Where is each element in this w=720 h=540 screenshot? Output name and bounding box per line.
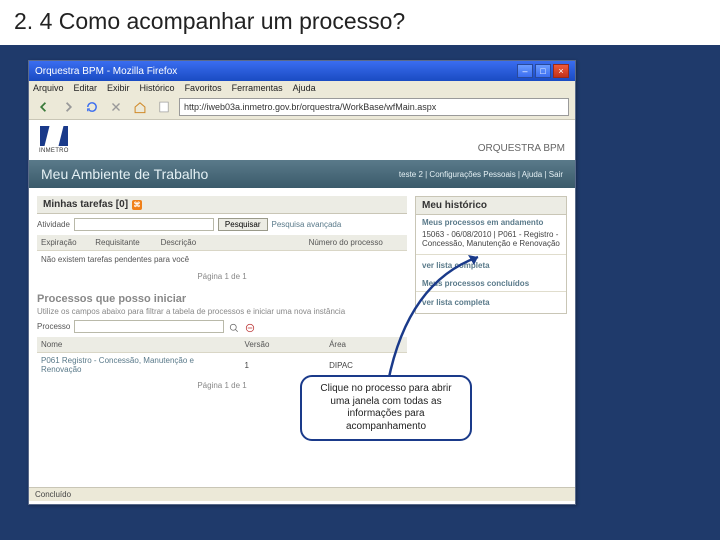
menubar: Arquivo Editar Exibir Histórico Favorito… [29,81,575,95]
back-icon[interactable] [35,98,53,116]
start-hint: Utilize os campos abaixo para filtrar a … [37,307,407,316]
window-title: Orquestra BPM - Mozilla Firefox [35,66,177,77]
pcol-versao: Versão [241,337,326,353]
start-header: Processos que posso iniciar [37,293,407,305]
tasks-title: Minhas tarefas [0] [43,199,128,210]
close-button[interactable]: × [553,64,569,78]
toolbar [29,95,575,120]
process-label: Processo [37,322,70,331]
stop-icon[interactable] [107,98,125,116]
col-requisitante: Requisitante [91,235,156,251]
process-filter-row: Processo [37,316,407,337]
inmetro-logo: INMETRO [39,126,69,154]
slide-title: 2. 4 Como acompanhar um processo? [0,0,720,45]
proc-area: DIPAC [325,353,407,378]
col-expiracao: Expiração [37,235,91,251]
proc-name: P061 Registro - Concessão, Manutenção e … [37,353,241,378]
page-header: Meu Ambiente de Trabalho teste 2 | Confi… [29,160,575,188]
url-input[interactable] [179,98,569,116]
menu-ajuda[interactable]: Ajuda [293,83,316,93]
brand-row: INMETRO ORQUESTRA BPM [29,120,575,160]
main-column: Minhas tarefas [0] ⌘ Atividade Pesquisar… [37,196,407,394]
activity-label: Atividade [37,220,70,229]
reload-icon[interactable] [83,98,101,116]
minimize-button[interactable]: – [517,64,533,78]
home-icon[interactable] [131,98,149,116]
tasks-header: Minhas tarefas [0] ⌘ [37,196,407,214]
rss-icon[interactable]: ⌘ [132,200,142,210]
search-icon[interactable] [228,321,240,333]
browser-window: Orquestra BPM - Mozilla Firefox – □ × Ar… [28,60,576,505]
history-header: Meu histórico [416,197,566,215]
clear-icon[interactable] [244,321,256,333]
table-row[interactable]: P061 Registro - Concessão, Manutenção e … [37,353,407,378]
sidebar: Meu histórico Meus processos em andament… [415,196,567,394]
activity-input[interactable] [74,218,214,231]
menu-exibir[interactable]: Exibir [107,83,130,93]
menu-favoritos[interactable]: Favoritos [185,83,222,93]
pcol-area: Área [325,337,407,353]
header-links[interactable]: teste 2 | Configurações Pessoais | Ajuda… [399,170,563,179]
window-buttons: – □ × [517,64,569,78]
titlebar: Orquestra BPM - Mozilla Firefox – □ × [29,61,575,81]
pcol-nome: Nome [37,337,241,353]
history-link-1[interactable]: ver lista completa [416,254,566,276]
processes-table: Nome Versão Área P061 Registro - Concess… [37,337,407,377]
maximize-button[interactable]: □ [535,64,551,78]
menu-ferramentas[interactable]: Ferramentas [232,83,283,93]
history-sub-concluidos: Meus processos concluídos [416,276,566,291]
pager: Página 1 de 1 [37,268,407,285]
col-descricao: Descrição [157,235,305,251]
history-sub-andamento: Meus processos em andamento [416,215,566,230]
col-numero: Número do processo [305,235,407,251]
logo-text: INMETRO [39,148,69,154]
empty-msg: Não existem tarefas pendentes para você [37,251,407,268]
brand-product: ORQUESTRA BPM [478,143,565,154]
status-bar: Concluído [29,487,575,501]
tasks-table: Expiração Requisitante Descrição Número … [37,235,407,251]
process-input[interactable] [74,320,224,333]
menu-arquivo[interactable]: Arquivo [33,83,64,93]
menu-historico[interactable]: Histórico [140,83,175,93]
page-title: Meu Ambiente de Trabalho [41,166,208,182]
history-box: Meu histórico Meus processos em andament… [415,196,567,314]
search-button[interactable]: Pesquisar [218,218,268,231]
history-item[interactable]: 15063 - 06/08/2010 | P061 - Registro - C… [416,230,566,254]
page-icon [155,98,173,116]
page-content: INMETRO ORQUESTRA BPM Meu Ambiente de Tr… [29,120,575,501]
menu-editar[interactable]: Editar [74,83,98,93]
history-link-2[interactable]: ver lista completa [416,291,566,313]
task-filter-row: Atividade Pesquisar Pesquisa avançada [37,214,407,235]
advanced-search-link[interactable]: Pesquisa avançada [272,220,342,229]
callout: Clique no processo para abrir uma janela… [300,375,472,441]
forward-icon[interactable] [59,98,77,116]
proc-ver: 1 [241,353,326,378]
